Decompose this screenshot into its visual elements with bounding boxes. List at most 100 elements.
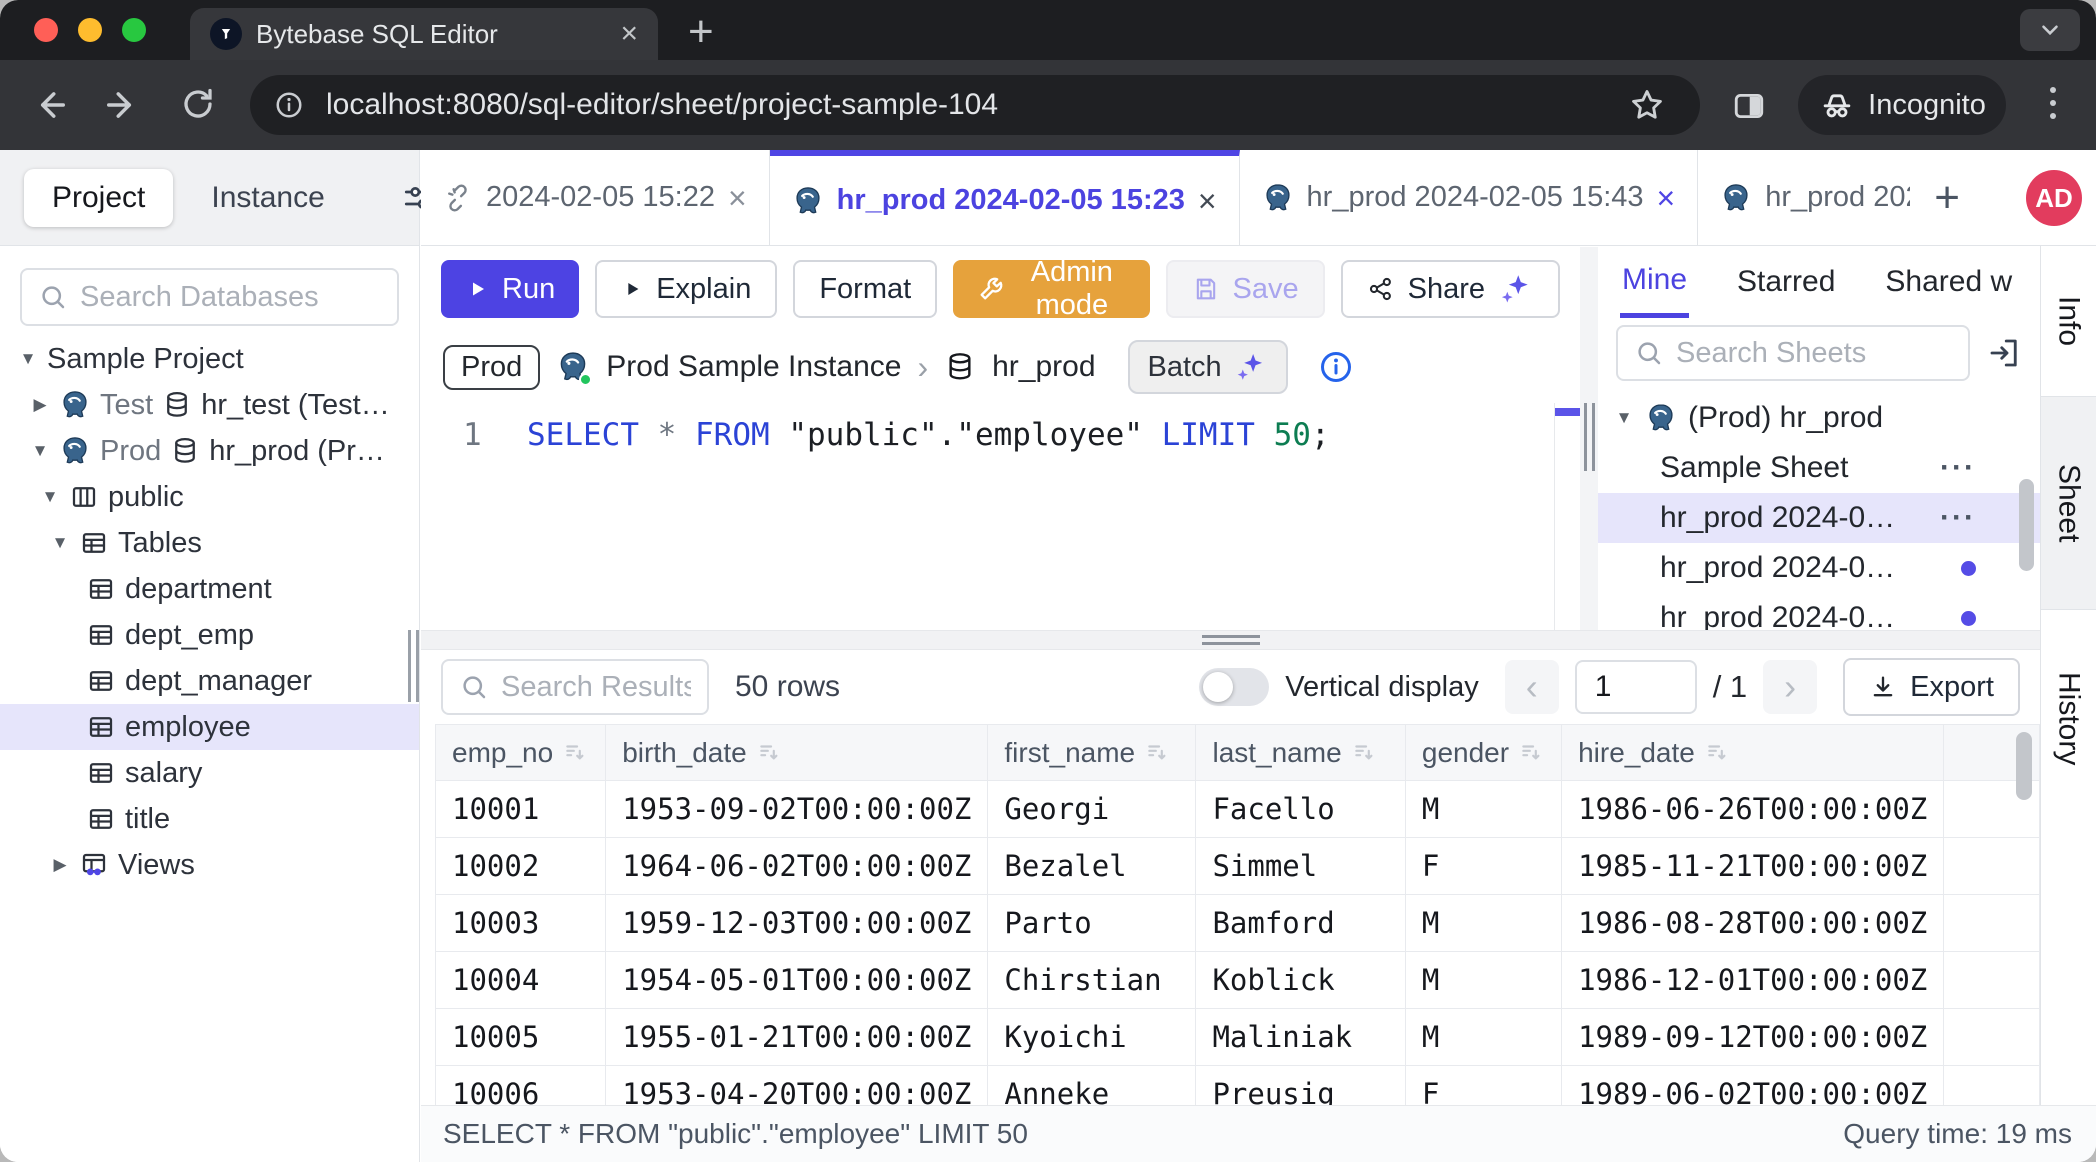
results-search-input[interactable] [501,671,691,704]
caret-down-icon[interactable]: ▼ [1614,408,1634,428]
bookmark-star-icon[interactable] [1628,86,1666,124]
sheet-item-sample[interactable]: Sample Sheet ··· [1598,443,2040,493]
tab-instance[interactable]: Instance [211,181,324,215]
back-icon[interactable] [30,86,68,124]
format-button[interactable]: Format [793,260,937,318]
sheet-item-menu-icon[interactable]: ··· [1940,451,1976,485]
sort-icon[interactable] [1519,740,1545,766]
tree-item-table-employee[interactable]: employee [0,704,419,750]
tree-item-table-department[interactable]: department [0,566,419,612]
panel-divider[interactable] [1580,247,1598,630]
prev-page-button[interactable]: ‹ [1505,660,1559,714]
tree-item-schema-public[interactable]: ▼ public [0,474,419,520]
zoom-window-button[interactable] [122,18,146,42]
user-avatar[interactable]: AD [2026,170,2082,226]
column-header-emp-no[interactable]: emp_no [436,725,606,781]
tab-project[interactable]: Project [24,169,173,227]
splitter-drag-handle[interactable] [1202,635,1260,645]
site-info-icon[interactable] [274,90,304,120]
results-search[interactable] [441,659,709,715]
sheet-search-input[interactable] [1676,337,1952,370]
tab-starred[interactable]: Starred [1735,249,1837,315]
tab-sheet[interactable]: Sheet [2041,396,2096,610]
info-icon[interactable] [1318,349,1354,385]
results-splitter[interactable] [421,630,2040,650]
caret-down-icon[interactable]: ▼ [50,533,70,553]
minimize-window-button[interactable] [78,18,102,42]
sheet-item-selected[interactable]: hr_prod 2024-0… ··· [1598,493,2040,543]
vertical-display-toggle[interactable] [1199,668,1269,706]
next-page-button[interactable]: › [1763,660,1817,714]
sheet-item-menu-icon[interactable]: ··· [1940,501,1976,535]
browser-menu-icon[interactable] [2050,87,2056,119]
sheet-list-scrollbar-thumb[interactable] [2019,479,2034,571]
tab-search-chevron-button[interactable] [2020,9,2080,51]
editor-scrollbar-thumb[interactable] [1555,408,1580,416]
database-search-input[interactable] [80,281,381,314]
side-panel-icon[interactable] [1732,89,1766,123]
column-header-hire-date[interactable]: hire_date [1562,725,1944,781]
sidebar-resize-handle[interactable] [408,630,419,702]
tree-item-project[interactable]: ▼ Sample Project [0,336,419,382]
sheet-item-unsaved-2[interactable]: hr_prod 2024-0… [1598,593,2040,630]
batch-button[interactable]: Batch [1128,340,1288,394]
tree-item-test-db[interactable]: ▶ Test hr_test (Test… [0,382,419,428]
new-tab-button[interactable]: + [688,10,714,54]
column-header-first-name[interactable]: first_name [988,725,1196,781]
tree-item-table-dept-emp[interactable]: dept_emp [0,612,419,658]
new-sheet-tab-button[interactable]: + [1910,150,1984,245]
tab-shared[interactable]: Shared w [1883,249,2013,315]
sheet-search[interactable] [1616,325,1970,381]
column-header-last-name[interactable]: last_name [1196,725,1405,781]
tree-item-views-group[interactable]: ▶ Views [0,842,419,888]
tree-item-table-salary[interactable]: salary [0,750,419,796]
import-sheet-icon[interactable] [1986,335,2022,371]
column-header-birth-date[interactable]: birth_date [606,725,988,781]
sql-editor[interactable]: 1 SELECT * FROM "public"."employee" LIMI… [421,403,1580,630]
caret-right-icon[interactable]: ▶ [50,855,70,875]
editor-tab-1[interactable]: 2024-02-05 15:22 × [421,150,770,245]
share-button[interactable]: Share [1341,260,1560,318]
sheet-group-prod-hrprod[interactable]: ▼ (Prod) hr_prod [1598,393,2040,443]
forward-icon[interactable] [104,86,142,124]
browser-tab-close-icon[interactable]: × [620,19,638,49]
run-button[interactable]: Run [441,260,579,318]
tab-history[interactable]: History [2041,610,2096,828]
database-search[interactable] [20,268,399,326]
column-header-gender[interactable]: gender [1405,725,1561,781]
admin-mode-button[interactable]: Admin mode [953,260,1149,318]
browser-tab[interactable]: Bytebase SQL Editor × [190,8,658,60]
sort-icon[interactable] [1352,740,1378,766]
close-window-button[interactable] [34,18,58,42]
caret-down-icon[interactable]: ▼ [18,349,38,369]
tab-info[interactable]: Info [2041,246,2096,396]
page-number-input[interactable] [1575,660,1697,714]
tree-item-prod-db[interactable]: ▼ Prod hr_prod (Pr… [0,428,419,474]
sort-icon[interactable] [1145,740,1171,766]
panel-resize-handle[interactable] [1584,403,1595,471]
sort-icon[interactable] [1705,740,1731,766]
caret-down-icon[interactable]: ▼ [30,441,50,461]
editor-tab-2-active[interactable]: hr_prod 2024-02-05 15:23 × [770,150,1240,245]
sheet-item-unsaved-1[interactable]: hr_prod 2024-0… [1598,543,2040,593]
instance-name[interactable]: Prod Sample Instance [606,350,901,384]
tree-item-table-title[interactable]: title [0,796,419,842]
editor-scrollbar[interactable] [1554,403,1580,630]
editor-tab-4[interactable]: hr_prod 2024-0 [1698,150,1910,245]
reload-icon[interactable] [180,86,216,122]
address-bar[interactable]: localhost:8080/sql-editor/sheet/project-… [250,75,1700,135]
tree-item-tables-group[interactable]: ▼ Tables [0,520,419,566]
tree-item-table-dept-manager[interactable]: dept_manager [0,658,419,704]
explain-button[interactable]: Explain [595,260,777,318]
database-name[interactable]: hr_prod [992,350,1095,384]
tab-mine[interactable]: Mine [1620,247,1689,318]
save-button[interactable]: Save [1166,260,1325,318]
sort-icon[interactable] [563,740,589,766]
sort-icon[interactable] [757,740,783,766]
caret-down-icon[interactable]: ▼ [40,487,60,507]
export-button[interactable]: Export [1843,658,2020,716]
table-scrollbar-thumb[interactable] [2016,732,2032,800]
close-tab-icon[interactable]: × [728,182,747,214]
caret-right-icon[interactable]: ▶ [30,395,50,415]
editor-tab-3[interactable]: hr_prod 2024-02-05 15:43 × [1240,150,1699,245]
